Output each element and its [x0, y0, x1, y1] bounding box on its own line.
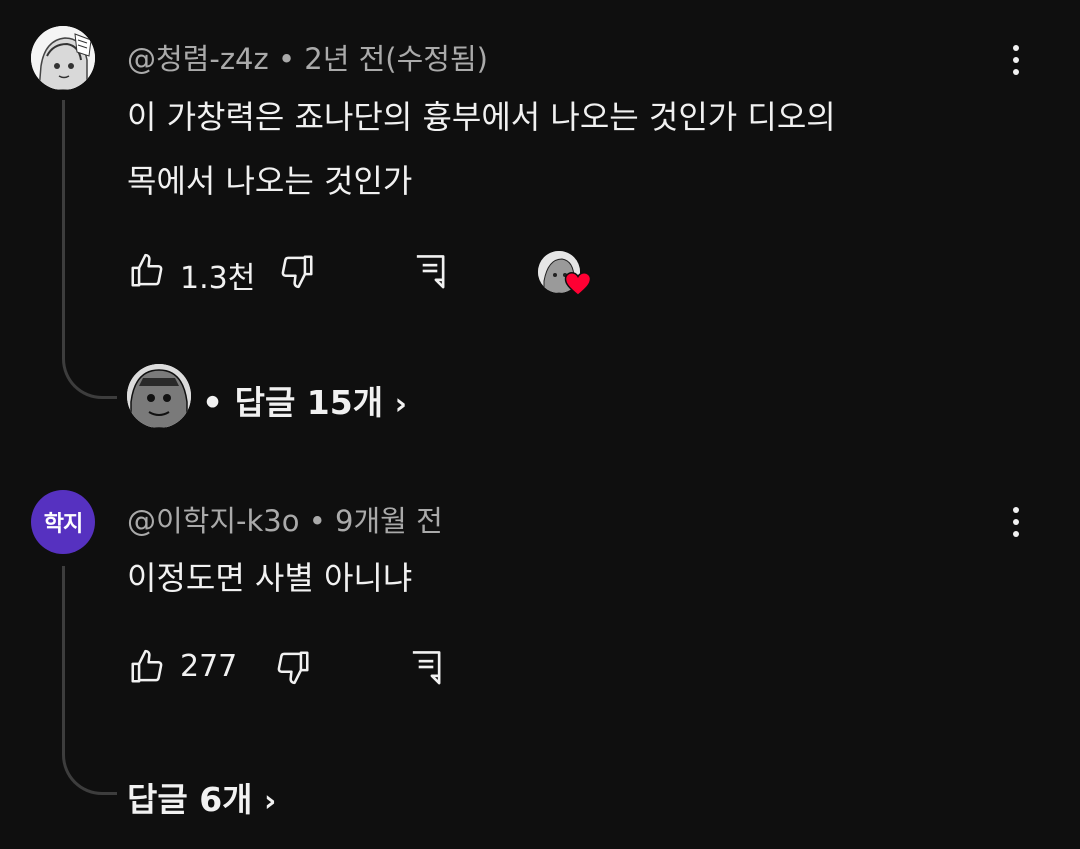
comments-panel: @청렴-z4z • 2년 전(수정됨) 이 가창력은 죠나단의 흉부에서 나오는…	[0, 0, 1080, 849]
comment-text-line: 목에서 나오는 것인가	[127, 162, 413, 200]
replies-label: 답글 6개	[127, 780, 253, 819]
avatar-illustration	[31, 26, 95, 90]
view-replies-button[interactable]: 답글 6개 ›	[127, 773, 276, 821]
view-replies-button[interactable]: • 답글 15개 ›	[202, 376, 407, 424]
comment-meta: @이학지-k3o • 9개월 전	[127, 498, 443, 540]
avatar[interactable]: 학지	[31, 490, 95, 554]
kebab-icon	[1013, 45, 1019, 51]
reply-thread-line	[62, 100, 117, 399]
meta-separator: •	[277, 42, 296, 76]
like-count: 1.3천	[180, 261, 256, 296]
comment-text: 이정도면 사별 아니냐	[127, 559, 413, 597]
comment-reply-icon	[416, 255, 445, 289]
chevron-right-icon: ›	[264, 784, 277, 819]
comment-age[interactable]: 2년 전(수정됨)	[304, 42, 488, 76]
comment-reply-icon	[412, 651, 441, 685]
dislike-button[interactable]	[274, 648, 314, 688]
thumbs-down-icon	[281, 255, 313, 289]
like-count: 277	[180, 649, 238, 684]
comment-author[interactable]: @이학지-k3o	[127, 504, 300, 538]
comment-author[interactable]: @청렴-z4z	[127, 42, 269, 76]
reply-button[interactable]	[412, 252, 452, 292]
more-actions-button[interactable]	[996, 502, 1036, 542]
comment-age[interactable]: 9개월 전	[335, 504, 443, 538]
comment-text: 이 가창력은 죠나단의 흉부에서 나오는 것인가 디오의 목에서 나오는 것인가	[127, 85, 1007, 213]
reply-button[interactable]	[408, 648, 448, 688]
chevron-right-icon: ›	[394, 387, 407, 422]
reply-thread-line	[62, 566, 117, 795]
thumbs-up-icon	[131, 253, 163, 287]
replies-label: 답글 15개	[234, 383, 384, 422]
meta-separator: •	[308, 504, 326, 538]
dislike-button[interactable]	[278, 252, 318, 292]
more-actions-button[interactable]	[996, 40, 1036, 80]
comment-meta: @청렴-z4z • 2년 전(수정됨)	[127, 36, 488, 78]
reply-avatar-illustration	[127, 364, 191, 428]
like-button[interactable]	[128, 648, 168, 688]
thumbs-down-icon	[277, 651, 309, 685]
heart-icon	[563, 269, 593, 299]
kebab-icon	[1013, 507, 1019, 513]
reply-author-avatar	[127, 364, 191, 428]
heart-shape	[564, 271, 592, 297]
avatar[interactable]	[31, 26, 95, 90]
meta-separator: •	[202, 383, 224, 422]
comment-text-line: 이 가창력은 죠나단의 흉부에서 나오는 것인가 디오의	[127, 98, 836, 136]
like-button[interactable]	[128, 252, 168, 292]
thumbs-up-icon	[131, 649, 163, 683]
avatar-initials: 학지	[43, 512, 83, 537]
